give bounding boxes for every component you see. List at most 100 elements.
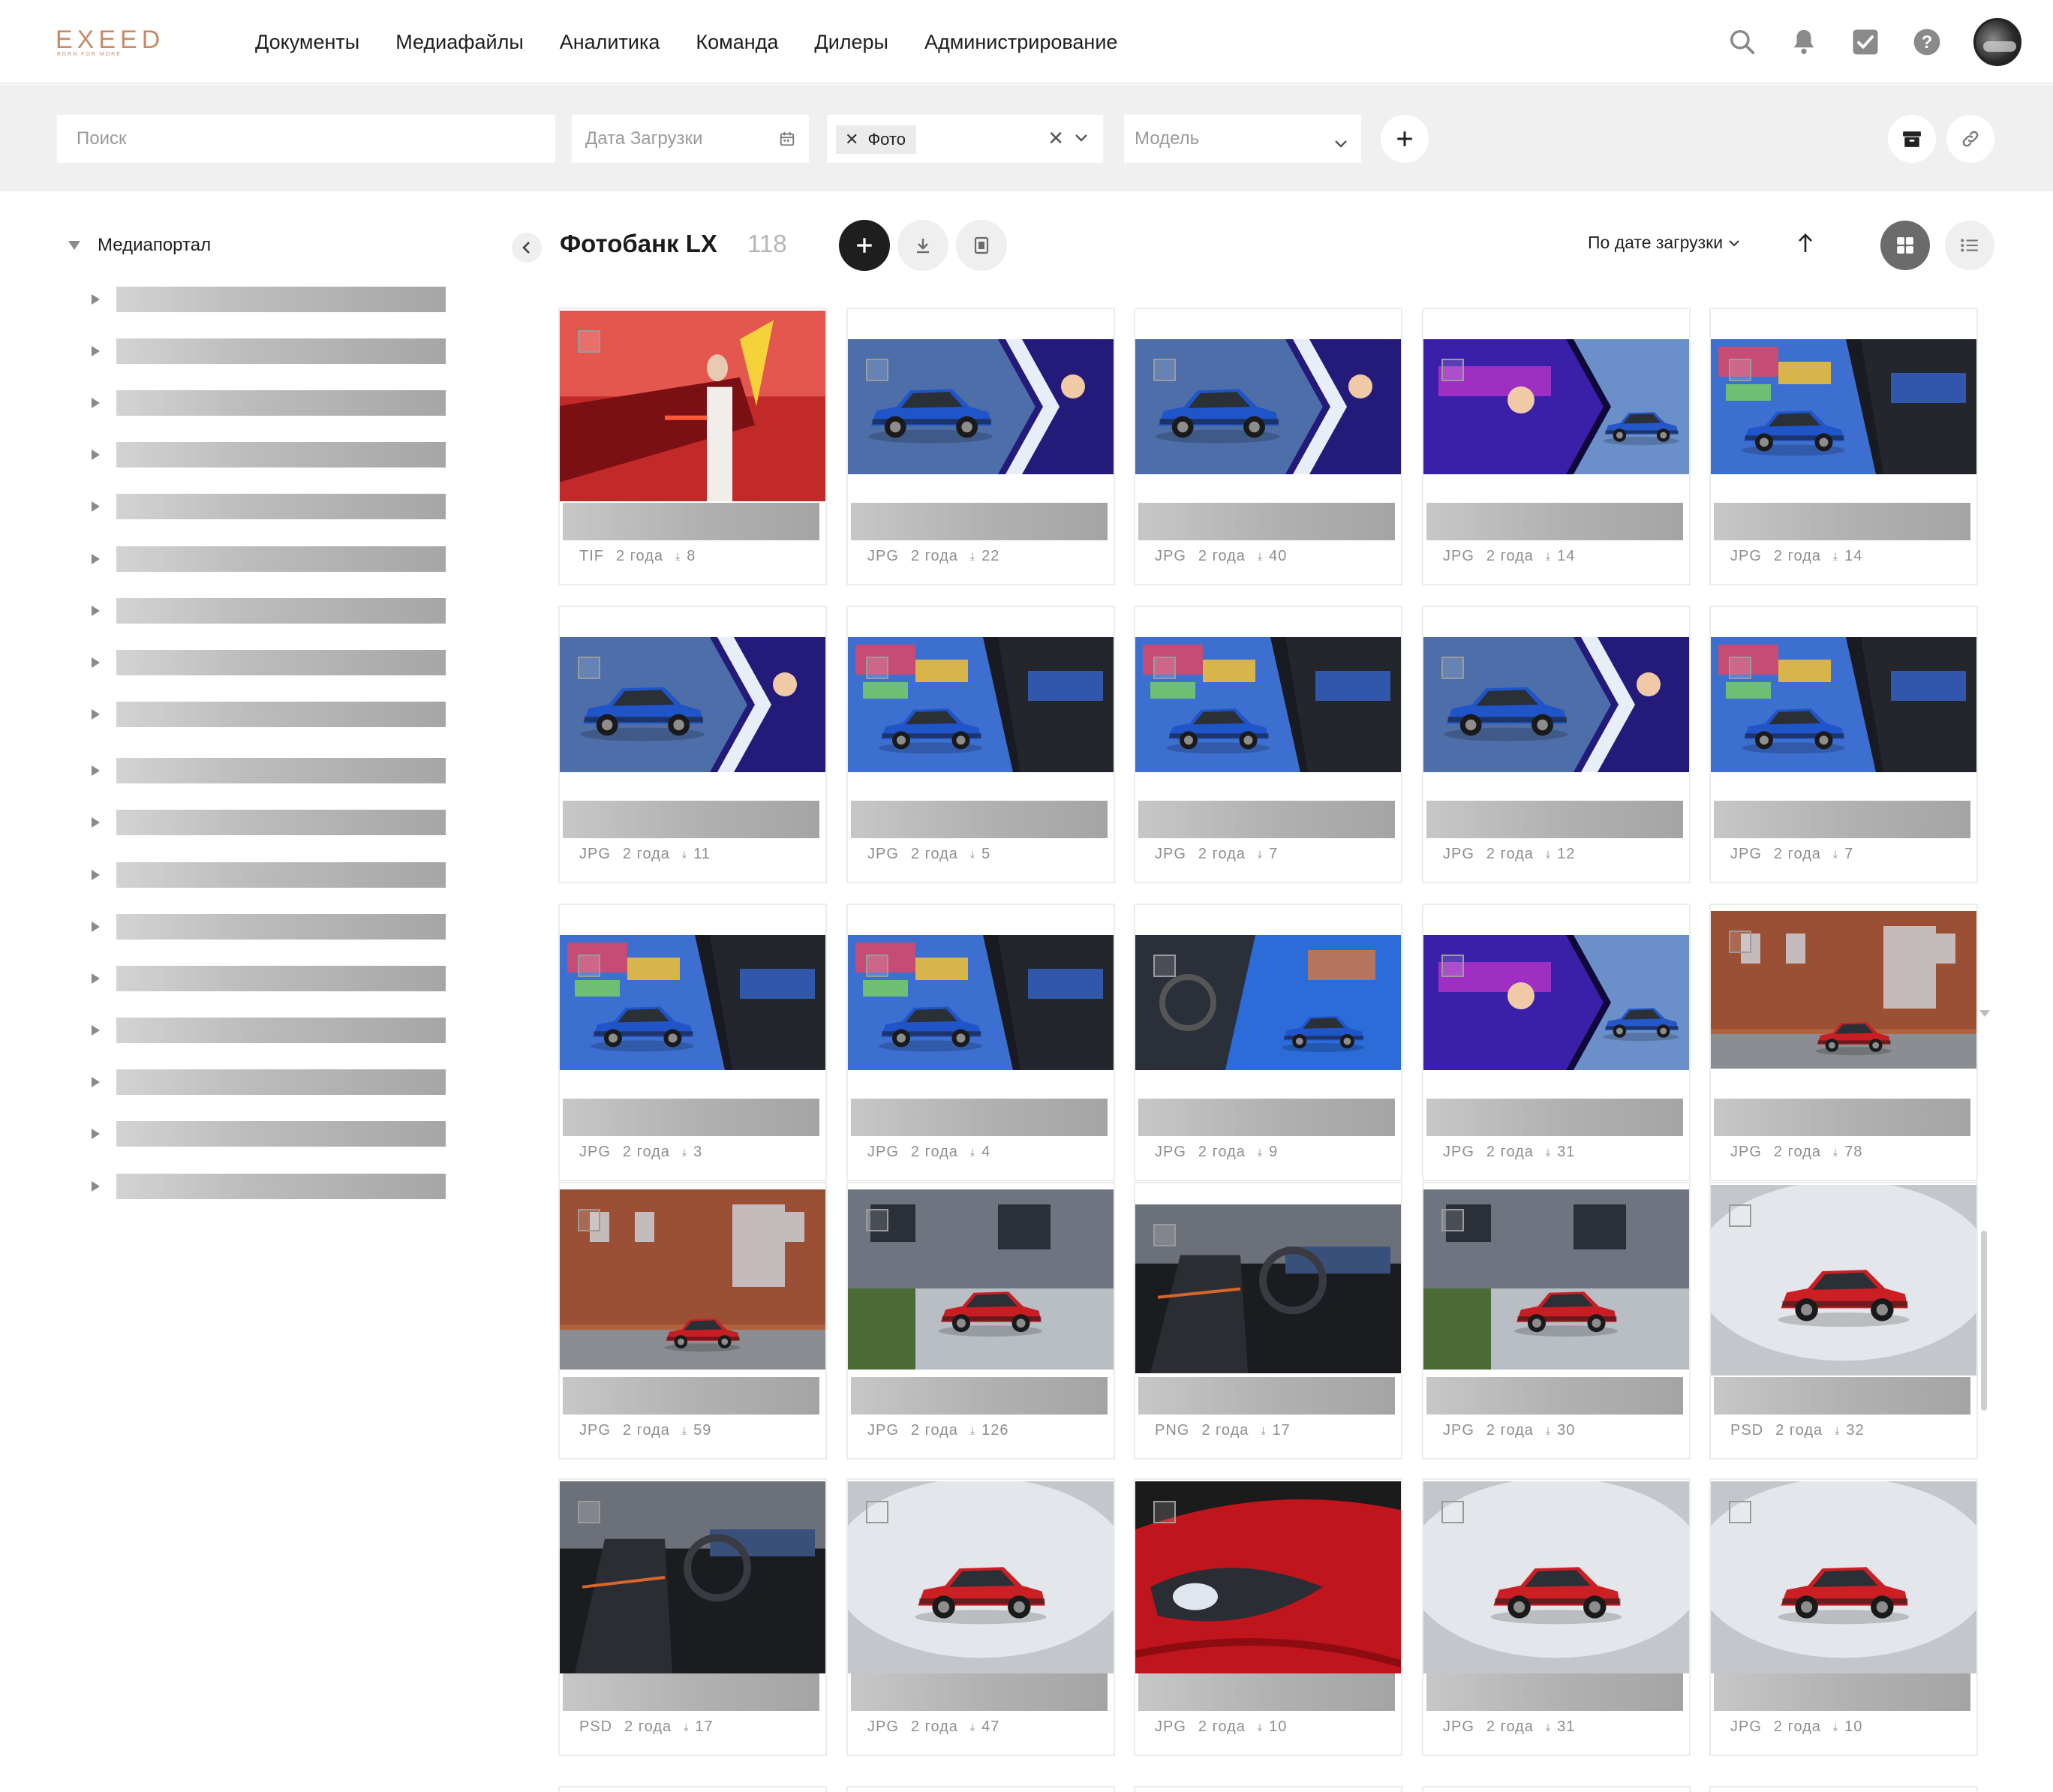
select-checkbox[interactable]	[578, 1501, 600, 1523]
media-card[interactable]: PSD 2 года ⤓ 32	[1709, 1182, 1978, 1460]
nav-item-administration[interactable]: Администрирование	[924, 31, 1117, 54]
tree-item[interactable]	[92, 809, 446, 836]
search-icon[interactable]	[1727, 27, 1757, 57]
upload-date-filter[interactable]: Дата Загрузки	[572, 115, 809, 163]
tree-item[interactable]	[92, 861, 446, 888]
media-card[interactable]: JPG 2 года ⤓ 9	[1134, 904, 1402, 1181]
media-card[interactable]: JPG 2 года ⤓ 40	[1134, 308, 1402, 585]
media-card[interactable]: JPG 2 года ⤓ 4	[846, 904, 1115, 1181]
select-checkbox[interactable]	[1441, 657, 1464, 679]
select-checkbox[interactable]	[1441, 1209, 1464, 1231]
caret-right-icon[interactable]	[92, 1025, 100, 1036]
chevron-down-icon[interactable]	[1075, 133, 1088, 146]
caret-right-icon[interactable]	[92, 606, 100, 616]
bell-icon[interactable]	[1789, 27, 1819, 57]
tree-root-mediaportal[interactable]: Медиапортал	[68, 235, 211, 256]
media-card[interactable]: PSD 2 года ⤓ 17	[558, 1478, 827, 1756]
type-filter[interactable]: ✕ Фото ✕	[827, 115, 1103, 163]
media-card[interactable]: PNG 2 года ⤓ 17	[1134, 1182, 1402, 1460]
help-icon[interactable]: ?	[1912, 27, 1942, 57]
tree-item[interactable]	[92, 1120, 446, 1147]
media-card[interactable]: TIF 2 года ⤓ 8	[558, 308, 827, 585]
select-checkbox[interactable]	[578, 657, 600, 679]
scroll-down-arrow[interactable]	[1979, 1010, 1990, 1017]
media-card[interactable]: JPG 2 года ⤓ 59	[558, 1182, 827, 1460]
media-card[interactable]: JPG 2 года ⤓ 126	[846, 1182, 1115, 1460]
caret-right-icon[interactable]	[92, 1077, 100, 1087]
tree-item[interactable]	[92, 493, 446, 520]
tree-item[interactable]	[92, 1017, 446, 1044]
search-input[interactable]	[57, 115, 555, 163]
media-card[interactable]: JPG 2 года ⤓ 22	[846, 308, 1115, 585]
caret-right-icon[interactable]	[92, 709, 100, 720]
media-card[interactable]: JPG 2 года ⤓ 10	[1709, 1478, 1978, 1756]
sort-direction-button[interactable]	[1796, 232, 1814, 258]
media-card[interactable]: JPG 2 года ⤓ 3	[558, 904, 827, 1181]
back-button[interactable]	[512, 233, 542, 263]
caret-right-icon[interactable]	[92, 817, 100, 828]
caret-right-icon[interactable]	[92, 398, 100, 408]
archive-button[interactable]	[1888, 115, 1936, 163]
tree-item[interactable]	[92, 1069, 446, 1096]
tree-item[interactable]	[92, 286, 446, 313]
media-card[interactable]: JPG 2 года ⤓ 30	[1422, 1182, 1691, 1460]
tree-item[interactable]	[92, 1173, 446, 1200]
media-card[interactable]: JPG 2 года ⤓ 10	[1134, 1478, 1402, 1756]
filter-chip-photo[interactable]: ✕ Фото	[836, 125, 916, 154]
select-checkbox[interactable]	[866, 359, 888, 381]
nav-item-team[interactable]: Команда	[696, 31, 778, 54]
select-checkbox[interactable]	[1729, 1204, 1751, 1227]
tree-item[interactable]	[92, 757, 446, 784]
media-card[interactable]: JPG 2 года ⤓ 31	[1422, 904, 1691, 1181]
clear-filter-icon[interactable]: ✕	[1048, 128, 1064, 148]
tree-item[interactable]	[92, 389, 446, 416]
tree-item[interactable]	[92, 441, 446, 468]
brand-logo[interactable]: EXEED BORN FOR MORE	[56, 27, 183, 57]
media-card[interactable]: JPG 2 года ⤓ 31	[1422, 1478, 1691, 1756]
caret-right-icon[interactable]	[92, 501, 100, 512]
tree-item[interactable]	[92, 965, 446, 992]
nav-item-analytics[interactable]: Аналитика	[560, 31, 660, 54]
select-checkbox[interactable]	[1729, 359, 1751, 381]
select-checkbox[interactable]	[866, 1209, 888, 1231]
presentation-button[interactable]	[956, 220, 1007, 271]
media-card-partial[interactable]	[1134, 1786, 1402, 1792]
select-checkbox[interactable]	[1441, 1501, 1464, 1523]
tree-item[interactable]	[92, 338, 446, 365]
select-checkbox[interactable]	[1153, 1501, 1176, 1523]
media-card-partial[interactable]	[1422, 1786, 1691, 1792]
media-card[interactable]: JPG 2 года ⤓ 47	[846, 1478, 1115, 1756]
tree-item[interactable]	[92, 913, 446, 940]
tree-item[interactable]	[92, 701, 446, 728]
tree-item[interactable]	[92, 649, 446, 676]
media-card[interactable]: JPG 2 года ⤓ 12	[1422, 606, 1691, 883]
caret-right-icon[interactable]	[92, 450, 100, 460]
download-button[interactable]	[897, 220, 948, 271]
tree-item[interactable]	[92, 546, 446, 573]
select-checkbox[interactable]	[1153, 1224, 1176, 1246]
media-card[interactable]: JPG 2 года ⤓ 78	[1709, 904, 1978, 1181]
grid-view-button[interactable]	[1880, 221, 1930, 270]
select-checkbox[interactable]	[866, 955, 888, 977]
media-card[interactable]: JPG 2 года ⤓ 11	[558, 606, 827, 883]
select-checkbox[interactable]	[1153, 359, 1176, 381]
caret-right-icon[interactable]	[92, 294, 100, 305]
chip-remove-icon[interactable]: ✕	[845, 130, 858, 149]
select-checkbox[interactable]	[1441, 955, 1464, 977]
select-checkbox[interactable]	[1153, 955, 1176, 977]
add-filter-button[interactable]	[1381, 115, 1429, 163]
media-card[interactable]: JPG 2 года ⤓ 7	[1134, 606, 1402, 883]
select-checkbox[interactable]	[1441, 359, 1464, 381]
sort-select[interactable]: По дате загрузки	[1588, 233, 1739, 253]
select-checkbox[interactable]	[578, 955, 600, 977]
caret-right-icon[interactable]	[92, 1181, 100, 1192]
caret-right-icon[interactable]	[92, 870, 100, 880]
select-checkbox[interactable]	[578, 330, 600, 353]
select-checkbox[interactable]	[866, 1501, 888, 1523]
list-view-button[interactable]	[1945, 221, 1994, 270]
select-checkbox[interactable]	[1729, 931, 1751, 953]
media-card-partial[interactable]	[1709, 1786, 1978, 1792]
select-checkbox[interactable]	[1153, 657, 1176, 679]
copy-link-button[interactable]	[1946, 115, 1994, 163]
upload-button[interactable]	[839, 220, 890, 271]
